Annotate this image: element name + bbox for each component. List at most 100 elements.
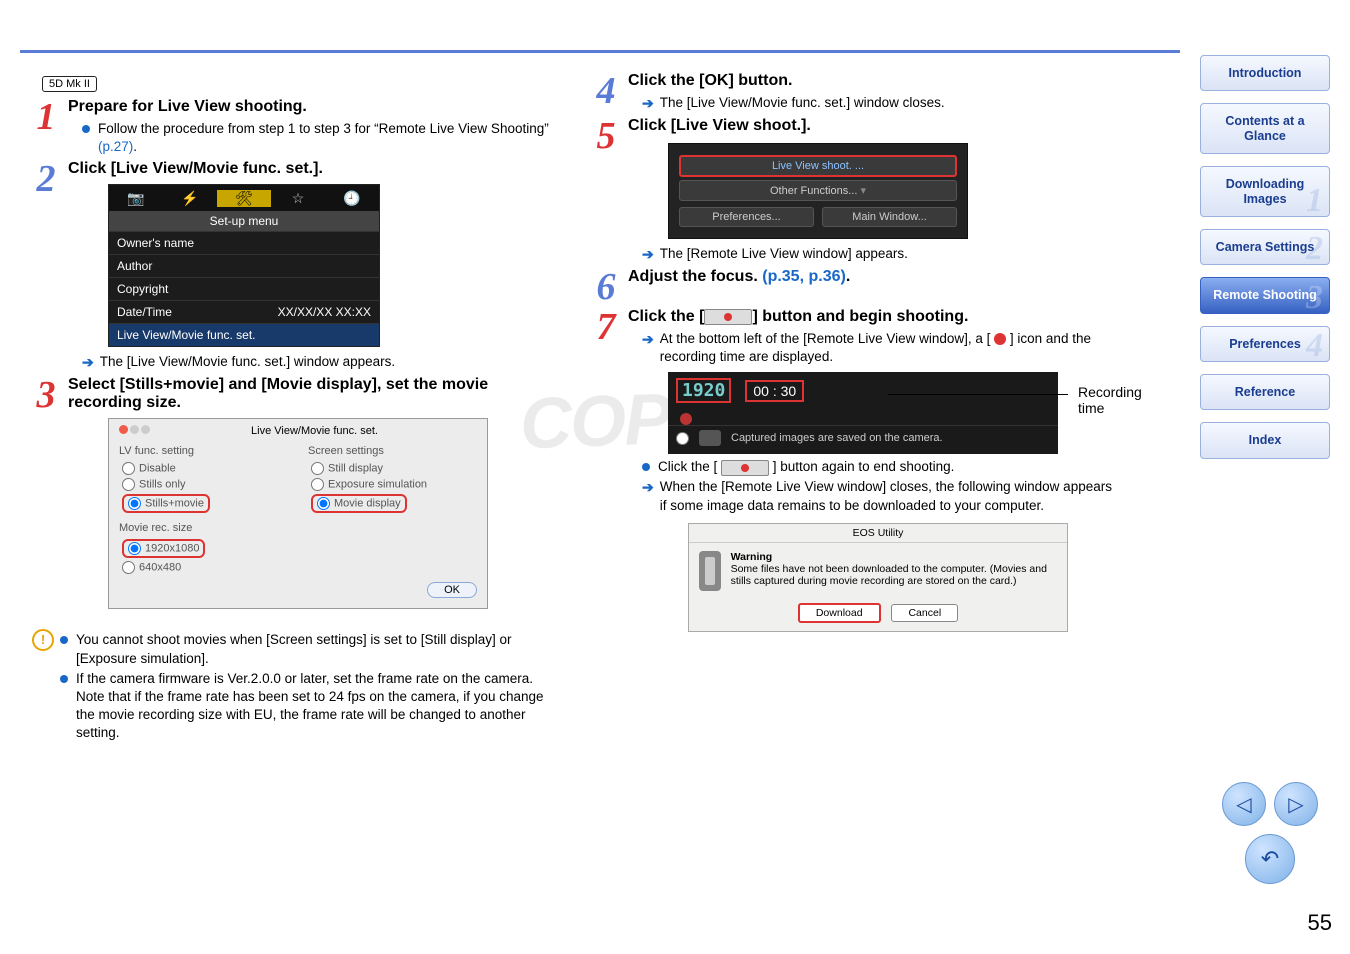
arrow-icon: ➔ [82, 353, 94, 372]
warning-heading: Warning [731, 551, 773, 563]
opt-still-display: Still display [308, 461, 477, 476]
nav-preferences[interactable]: Preferences4 [1200, 326, 1330, 362]
menu-author: Author [109, 254, 379, 277]
record-button-icon [704, 309, 752, 325]
recording-time-display: 00 : 30 [745, 380, 804, 402]
tab-flash-icon: ⚡ [163, 190, 217, 207]
step6-title: Adjust the focus. (p.35, p.36). [628, 268, 1120, 286]
cancel-button: Cancel [891, 604, 958, 622]
eos-utility-dialog: EOS Utility Warning Some files have not … [688, 523, 1068, 632]
setup-menu-screenshot: 📷 ⚡ 🛠 ☆ 🕘 Set-up menu Owner's name Autho… [108, 184, 380, 347]
prev-page-button[interactable]: ◁ [1222, 782, 1266, 826]
screen-settings-heading: Screen settings [308, 445, 477, 457]
save-location-radio [676, 432, 689, 445]
next-page-button[interactable]: ▷ [1274, 782, 1318, 826]
preferences-button: Preferences... [679, 207, 814, 227]
tab-clock-icon: 🕘 [325, 190, 379, 207]
lv-func-heading: LV func. setting [119, 445, 288, 457]
download-button: Download [798, 603, 881, 623]
callout-line [888, 394, 1068, 395]
record-button-icon [721, 460, 769, 476]
arrow-icon: ➔ [642, 330, 654, 349]
bullet-icon [60, 675, 68, 683]
nav-introduction[interactable]: Introduction [1200, 55, 1330, 91]
recording-status-screenshot: 1920 00 : 30 Captured images are saved o… [668, 372, 1058, 454]
step5-sub: The [Remote Live View window] appears. [660, 245, 908, 263]
step3-title: Select [Stills+movie] and [Movie display… [68, 376, 560, 412]
warning-message: Some files have not been downloaded to t… [731, 563, 1047, 587]
dialog-title: Live View/Movie func. set. [119, 425, 477, 441]
nav-downloading[interactable]: Downloading Images1 [1200, 166, 1330, 217]
opt-640: 640x480 [119, 560, 288, 575]
page-link-27[interactable]: (p.27) [98, 139, 133, 154]
lv-func-dialog: Live View/Movie func. set. LV func. sett… [108, 418, 488, 609]
step5-title: Click [Live View shoot.]. [628, 117, 1120, 135]
arrow-icon: ➔ [642, 478, 654, 497]
nav-camera-settings[interactable]: Camera Settings2 [1200, 229, 1330, 265]
tab-tools-icon: 🛠 [217, 190, 271, 207]
setup-menu-label: Set-up menu [109, 211, 379, 231]
step1-text: Follow the procedure from step 1 to step… [98, 120, 560, 156]
save-message: Captured images are saved on the camera. [731, 432, 943, 444]
dialog-titlebar: EOS Utility [689, 524, 1067, 543]
arrow-icon: ➔ [642, 245, 654, 264]
step1-title: Prepare for Live View shooting. [68, 98, 560, 116]
other-functions-button: Other Functions... [679, 180, 957, 201]
opt-stills-movie: Stills+movie [119, 493, 288, 514]
step-number-2: 2 [30, 160, 62, 198]
menu-owner: Owner's name [109, 231, 379, 254]
nav-reference[interactable]: Reference [1200, 374, 1330, 410]
opt-movie-display: Movie display [308, 493, 477, 514]
button-panel-screenshot: Live View shoot. ... Other Functions... … [668, 143, 968, 239]
step2-sub: The [Live View/Movie func. set.] window … [100, 353, 395, 371]
menu-lv-func-set: Live View/Movie func. set. [109, 323, 379, 346]
step4-title: Click the [OK] button. [628, 72, 1120, 90]
opt-stills-only: Stills only [119, 477, 288, 492]
movie-rec-heading: Movie rec. size [119, 522, 288, 534]
step-number-7: 7 [590, 308, 622, 346]
opt-1920: 1920x1080 [119, 538, 288, 559]
step-number-4: 4 [590, 72, 622, 110]
step7-sub: At the bottom left of the [Remote Live V… [660, 330, 1120, 366]
caution-text-2: If the camera firmware is Ver.2.0.0 or l… [76, 670, 550, 743]
step4-sub: The [Live View/Movie func. set.] window … [660, 94, 945, 112]
back-button[interactable]: ↶ [1245, 834, 1295, 884]
opt-exposure-sim: Exposure simulation [308, 477, 477, 492]
step-number-3: 3 [30, 376, 62, 414]
menu-datetime: Date/TimeXX/XX/XX XX:XX [109, 300, 379, 323]
record-indicator-icon [680, 413, 692, 425]
after-text-2: When the [Remote Live View window] close… [660, 478, 1120, 514]
record-dot-icon [994, 333, 1006, 345]
step2-title: Click [Live View/Movie func. set.]. [68, 160, 560, 178]
ok-button: OK [427, 582, 477, 598]
bullet-icon [642, 463, 650, 471]
tab-camera-icon: 📷 [109, 190, 163, 207]
tab-star-icon: ☆ [271, 190, 325, 207]
bullet-icon [82, 125, 90, 133]
step7-title: Click the [] button and begin shooting. [628, 308, 1120, 326]
nav-index[interactable]: Index [1200, 422, 1330, 458]
step-number-6: 6 [590, 268, 622, 306]
main-window-button: Main Window... [822, 207, 957, 227]
page-link-35-36[interactable]: (p.35, p.36) [762, 268, 846, 285]
caution-icon: ! [32, 629, 54, 651]
menu-copyright: Copyright [109, 277, 379, 300]
caution-text-1: You cannot shoot movies when [Screen set… [76, 631, 550, 667]
sidebar-nav: Introduction Contents at a Glance Downlo… [1190, 55, 1340, 471]
nav-contents[interactable]: Contents at a Glance [1200, 103, 1330, 154]
camera-badge: 5D Mk II [42, 76, 97, 92]
page-nav-buttons: ◁ ▷ ↶ [1210, 782, 1330, 884]
step-number-1: 1 [30, 98, 62, 136]
live-view-shoot-button: Live View shoot. ... [679, 155, 957, 177]
after-text-1: Click the [ ] button again to end shooti… [658, 458, 954, 476]
step-number-5: 5 [590, 117, 622, 155]
camera-icon [699, 430, 721, 446]
opt-disable: Disable [119, 461, 288, 476]
arrow-icon: ➔ [642, 94, 654, 113]
dialog-app-icon [699, 551, 721, 591]
recording-time-label: Recording time [1078, 384, 1142, 416]
nav-remote-shooting[interactable]: Remote Shooting3 [1200, 277, 1330, 313]
bullet-icon [60, 636, 68, 644]
resolution-indicator: 1920 [676, 378, 731, 403]
page-number: 55 [1308, 910, 1332, 936]
